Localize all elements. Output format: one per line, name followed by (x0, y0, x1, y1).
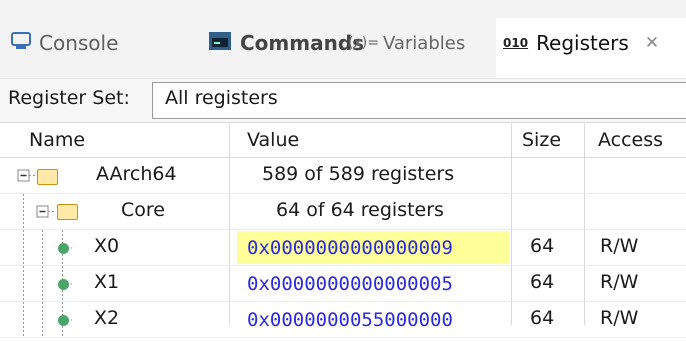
tab-label: Commands (240, 31, 365, 55)
register-value[interactable]: 0x0000000000000005 (247, 273, 453, 295)
column-name[interactable]: Name (29, 129, 85, 151)
tab-label: Registers (536, 31, 629, 55)
tab-console[interactable]: Console (11, 23, 118, 63)
register-status-icon (58, 315, 69, 326)
console-icon (11, 31, 31, 55)
tab-variables[interactable]: (x)= Variables (348, 23, 465, 63)
registers-table: Name Value Size Access AArch64 589 of 58… (0, 122, 686, 338)
register-value[interactable]: 0x0000000000000009 (247, 237, 453, 259)
view-tab-bar: Console Commands (x)= Variables 010 Regi… (0, 0, 686, 78)
register-name: X0 (94, 235, 120, 257)
register-set-value: All registers (165, 87, 278, 109)
register-size: 64 (530, 307, 555, 329)
table-row[interactable]: Core 64 of 64 registers (0, 194, 686, 230)
register-set-label: Register Set: (8, 87, 130, 109)
tab-commands[interactable]: Commands (208, 23, 364, 63)
register-access: R/W (600, 271, 639, 293)
tab-label: Variables (382, 32, 466, 54)
register-status-icon (58, 243, 69, 254)
register-group-count: 589 of 589 registers (262, 163, 455, 185)
register-group-name: Core (121, 199, 165, 221)
close-icon[interactable]: ✕ (645, 33, 659, 53)
column-value[interactable]: Value (247, 129, 299, 151)
register-group-count: 64 of 64 registers (276, 199, 444, 221)
column-access[interactable]: Access (598, 129, 663, 151)
register-name: X1 (94, 271, 120, 293)
register-group-name: AArch64 (96, 163, 177, 185)
register-access: R/W (600, 235, 639, 257)
register-access: R/W (600, 307, 639, 329)
table-row[interactable]: X0 0x0000000000000009 64 R/W (0, 230, 686, 266)
registers-icon: 010 (503, 36, 529, 50)
register-name: X2 (94, 307, 120, 329)
register-set-bar: Register Set: All registers (0, 78, 686, 123)
table-row[interactable]: X2 0x0000000055000000 64 R/W (0, 302, 686, 338)
folder-open-icon (57, 204, 78, 220)
table-row[interactable]: AArch64 589 of 589 registers (0, 158, 686, 194)
commands-icon (208, 31, 232, 56)
folder-open-icon (37, 169, 58, 185)
tab-label: Console (39, 31, 119, 55)
tab-registers[interactable]: 010 Registers ✕ (503, 23, 659, 63)
register-set-dropdown[interactable]: All registers (152, 82, 686, 119)
column-size[interactable]: Size (522, 129, 561, 151)
register-value[interactable]: 0x0000000055000000 (247, 309, 453, 331)
table-row[interactable]: X1 0x0000000000000005 64 R/W (0, 266, 686, 302)
variables-icon: (x)= (348, 35, 379, 51)
register-size: 64 (530, 271, 555, 293)
register-size: 64 (530, 235, 555, 257)
register-status-icon (58, 279, 69, 290)
